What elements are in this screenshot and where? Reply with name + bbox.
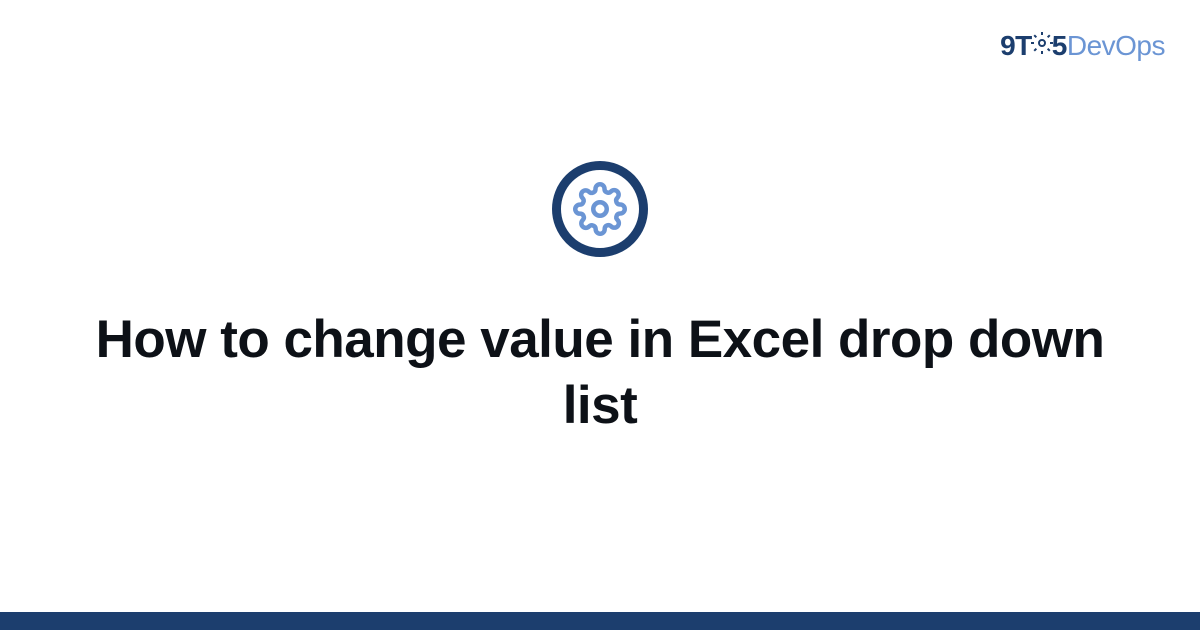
gear-circle-badge	[552, 161, 648, 257]
main-content: How to change value in Excel drop down l…	[0, 0, 1200, 630]
page-title: How to change value in Excel drop down l…	[75, 307, 1125, 440]
gear-icon	[573, 182, 627, 236]
footer-accent-bar	[0, 612, 1200, 630]
